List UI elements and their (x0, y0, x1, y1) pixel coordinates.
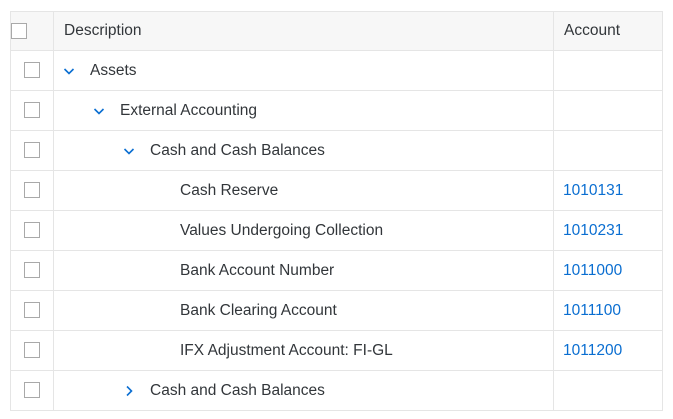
chevron-down-icon[interactable] (120, 142, 138, 160)
description-text: Cash and Cash Balances (150, 381, 325, 399)
description-content: Values Undergoing Collection (55, 212, 553, 250)
table-body: Assets External Accounting Cash and Cash B… (10, 50, 663, 411)
description-text: IFX Adjustment Account: FI-GL (180, 341, 393, 359)
description-header-label: Description (64, 22, 142, 39)
row-checkbox[interactable] (24, 62, 40, 79)
description-content: Cash and Cash Balances (55, 132, 553, 170)
account-link[interactable]: 1010131 (563, 182, 623, 199)
row-select-cell (10, 370, 54, 411)
row-checkbox[interactable] (24, 222, 40, 239)
account-cell: 1010131 (553, 170, 663, 211)
description-content: Bank Account Number (55, 252, 553, 290)
table-row[interactable]: Bank Account Number 1011000 (10, 250, 663, 291)
description-text: External Accounting (120, 101, 258, 119)
chevron-down-icon[interactable] (90, 102, 108, 120)
table-row[interactable]: Bank Clearing Account 1011100 (10, 290, 663, 331)
row-select-cell (10, 290, 54, 331)
description-content: External Accounting (55, 92, 553, 130)
chevron-down-icon[interactable] (60, 62, 78, 80)
account-cell: 1010231 (553, 210, 663, 251)
description-cell: Cash and Cash Balances (53, 370, 554, 411)
table-row[interactable]: IFX Adjustment Account: FI-GL 1011200 (10, 330, 663, 371)
account-column-header[interactable]: Account (553, 11, 663, 51)
row-select-cell (10, 330, 54, 371)
account-cell: 1011200 (553, 330, 663, 371)
description-content: Cash Reserve (55, 172, 553, 210)
account-link[interactable]: 1011000 (563, 262, 622, 279)
account-cell (553, 50, 663, 91)
row-select-cell (10, 250, 54, 291)
description-text: Cash and Cash Balances (150, 141, 325, 159)
account-cell (553, 370, 663, 411)
description-cell: IFX Adjustment Account: FI-GL (53, 330, 554, 371)
description-cell: Bank Account Number (53, 250, 554, 291)
account-link[interactable]: 1011100 (563, 302, 621, 319)
row-checkbox[interactable] (24, 302, 40, 319)
description-text: Cash Reserve (180, 181, 279, 199)
table-row[interactable]: Values Undergoing Collection 1010231 (10, 210, 663, 251)
table-row[interactable]: Cash and Cash Balances (10, 370, 663, 411)
row-select-cell (10, 90, 54, 131)
description-cell: Cash and Cash Balances (53, 130, 554, 171)
account-cell (553, 130, 663, 171)
description-cell: Cash Reserve (53, 170, 554, 211)
select-all-checkbox[interactable] (11, 22, 27, 39)
description-content: Bank Clearing Account (55, 292, 553, 330)
table-row[interactable]: Cash Reserve 1010131 (10, 170, 663, 211)
table-row[interactable]: External Accounting (10, 90, 663, 131)
row-select-cell (10, 130, 54, 171)
description-cell: Assets (53, 50, 554, 91)
account-cell: 1011000 (553, 250, 663, 291)
description-text: Assets (90, 61, 137, 79)
row-checkbox[interactable] (24, 262, 40, 279)
table-row[interactable]: Assets (10, 50, 663, 91)
description-cell: External Accounting (53, 90, 554, 131)
description-text: Bank Clearing Account (180, 301, 337, 319)
account-link[interactable]: 1010231 (563, 222, 623, 239)
row-checkbox[interactable] (24, 142, 40, 159)
row-select-cell (10, 50, 54, 91)
account-cell (553, 90, 663, 131)
description-content: IFX Adjustment Account: FI-GL (55, 332, 553, 370)
description-text: Bank Account Number (180, 261, 335, 279)
row-select-cell (10, 170, 54, 211)
row-select-cell (10, 210, 54, 251)
row-checkbox[interactable] (24, 382, 40, 399)
chevron-right-icon[interactable] (120, 382, 138, 400)
table-row[interactable]: Cash and Cash Balances (10, 130, 663, 171)
account-cell: 1011100 (553, 290, 663, 331)
description-column-header[interactable]: Description (53, 11, 554, 51)
tree-table: Description Account Assets External Accou… (10, 11, 663, 411)
description-content: Assets (55, 52, 553, 90)
table-header-row: Description Account (10, 11, 663, 51)
select-all-cell (10, 11, 54, 51)
account-link[interactable]: 1011200 (563, 342, 622, 359)
description-text: Values Undergoing Collection (180, 221, 384, 239)
row-checkbox[interactable] (24, 102, 40, 119)
row-checkbox[interactable] (24, 342, 40, 359)
account-header-label: Account (564, 22, 621, 39)
description-cell: Values Undergoing Collection (53, 210, 554, 251)
row-checkbox[interactable] (24, 182, 40, 199)
description-content: Cash and Cash Balances (55, 372, 553, 410)
description-cell: Bank Clearing Account (53, 290, 554, 331)
